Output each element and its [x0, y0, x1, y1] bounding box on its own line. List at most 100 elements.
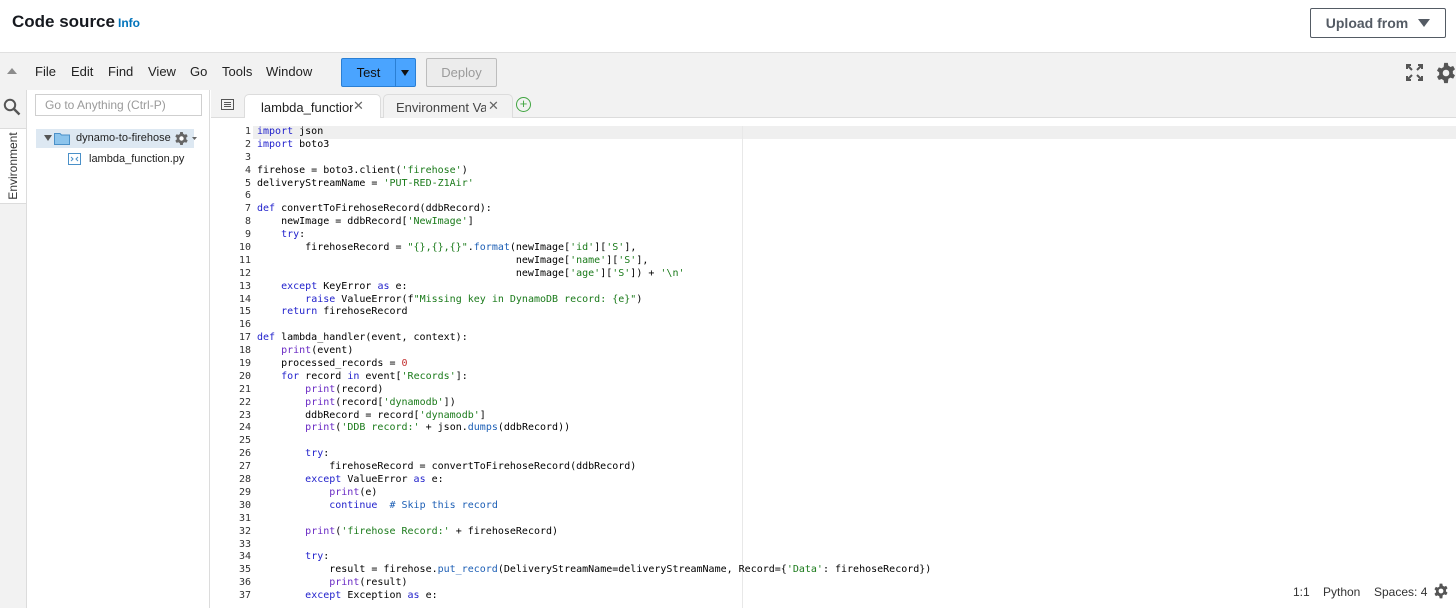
code-line[interactable]: def convertToFirehoseRecord(ddbRecord):	[257, 203, 931, 216]
line-number: 16	[238, 319, 251, 331]
code-line[interactable]: print(e)	[257, 487, 931, 500]
menu-find[interactable]: Find	[108, 64, 133, 79]
line-number: 13	[238, 280, 251, 292]
line-number: 25	[238, 435, 251, 447]
status-settings-gear-icon[interactable]	[1433, 583, 1449, 599]
line-number: 1	[244, 126, 251, 137]
add-tab-icon[interactable]: +	[516, 97, 531, 112]
test-button[interactable]: Test	[341, 58, 416, 87]
indent-setting[interactable]: Spaces: 4	[1374, 585, 1427, 599]
code-line[interactable]: except ValueError as e:	[257, 474, 931, 487]
code-editor[interactable]: 1 2 3 4 5 6 7 8 9 10 11 12 13 14 15 16 17 18 19 20 21 22 23 24 2…	[211, 118, 1456, 608]
menu-window[interactable]: Window	[266, 64, 312, 79]
code-line[interactable]: print('DDB record:' + json.dumps(ddbReco…	[257, 422, 931, 435]
deploy-button[interactable]: Deploy	[426, 58, 497, 87]
line-number: 23	[238, 409, 251, 421]
code-line[interactable]: except Exception as e:	[257, 590, 931, 603]
code-line[interactable]	[257, 190, 931, 203]
menu-edit[interactable]: Edit	[71, 64, 93, 79]
cursor-position[interactable]: 1:1	[1293, 585, 1310, 599]
search-icon[interactable]	[3, 98, 21, 116]
ide-menu-bar: File Edit Find View Go Tools Window Test…	[0, 52, 1456, 90]
upload-from-button[interactable]: Upload from	[1310, 8, 1446, 38]
code-line[interactable]	[257, 319, 931, 332]
tab-list-icon[interactable]	[221, 99, 234, 110]
code-line[interactable]	[257, 152, 931, 165]
fullscreen-icon[interactable]	[1406, 64, 1423, 81]
tab-environment-variables[interactable]: Environment Vari ✕	[383, 94, 513, 119]
test-dropdown-icon[interactable]	[401, 70, 409, 76]
folder-settings-gear-icon[interactable]	[174, 131, 198, 147]
tab-lambda-function[interactable]: lambda_function ✕	[244, 94, 381, 119]
line-number: 32	[238, 525, 251, 537]
line-number: 21	[238, 383, 251, 395]
code-line[interactable]: processed_records = 0	[257, 358, 931, 371]
code-line[interactable]: continue # Skip this record	[257, 500, 931, 513]
close-tab-icon[interactable]: ✕	[353, 98, 364, 114]
tab-label: Environment Vari	[396, 100, 486, 115]
menu-go[interactable]: Go	[190, 64, 207, 79]
line-number: 5	[244, 177, 251, 189]
environment-tab-label: Environment	[6, 132, 20, 200]
code-line[interactable]: try:	[257, 229, 931, 242]
code-line[interactable]: print(result)	[257, 577, 931, 590]
code-line[interactable]: for record in event['Records']:	[257, 371, 931, 384]
close-tab-icon[interactable]: ✕	[488, 98, 499, 114]
folder-row[interactable]: dynamo-to-firehose	[36, 129, 194, 148]
code-line[interactable]: deliveryStreamName = 'PUT-RED-Z1Air'	[257, 178, 931, 191]
go-to-anything-input[interactable]	[35, 94, 202, 116]
line-number: 8	[244, 216, 251, 228]
code-line[interactable]: firehose = boto3.client('firehose')	[257, 165, 931, 178]
code-line[interactable]: newImage = ddbRecord['NewImage']	[257, 216, 931, 229]
code-line[interactable]	[257, 435, 931, 448]
environment-tab[interactable]: Environment	[0, 128, 26, 204]
code-line[interactable]: try:	[257, 448, 931, 461]
page-title: Code source	[12, 12, 115, 31]
language-mode[interactable]: Python	[1323, 585, 1360, 599]
code-line[interactable]: print(record)	[257, 384, 931, 397]
code-line[interactable]: return firehoseRecord	[257, 306, 931, 319]
code-line[interactable]: firehoseRecord = convertToFirehoseRecord…	[257, 461, 931, 474]
code-line[interactable]	[257, 539, 931, 552]
line-number: 35	[238, 564, 251, 576]
line-number: 27	[238, 461, 251, 473]
line-number: 31	[238, 512, 251, 524]
code-line[interactable]: def lambda_handler(event, context):	[257, 332, 931, 345]
collapse-icon[interactable]	[7, 68, 17, 74]
code-line[interactable]: firehoseRecord = "{},{},{}".format(newIm…	[257, 242, 931, 255]
line-number: 12	[238, 267, 251, 279]
settings-gear-icon[interactable]	[1435, 62, 1456, 84]
expand-triangle-icon[interactable]	[44, 135, 52, 141]
code-line[interactable]: except KeyError as e:	[257, 281, 931, 294]
code-line[interactable]: print(record['dynamodb'])	[257, 397, 931, 410]
code-line[interactable]: import boto3	[257, 139, 931, 152]
code-line[interactable]: newImage['name']['S'],	[257, 255, 931, 268]
code-content[interactable]: import json import boto3 firehose = boto3…	[257, 126, 931, 603]
menu-file[interactable]: File	[35, 64, 56, 79]
line-number: 4	[244, 164, 251, 176]
line-number: 9	[244, 229, 251, 241]
code-line[interactable]: import json	[257, 126, 931, 139]
menu-tools[interactable]: Tools	[222, 64, 252, 79]
line-number: 22	[238, 396, 251, 408]
info-link[interactable]: Info	[118, 16, 140, 30]
test-split-divider	[395, 59, 396, 86]
code-line[interactable]: ddbRecord = record['dynamodb']	[257, 410, 931, 423]
line-number: 18	[238, 345, 251, 357]
python-file-icon	[68, 153, 81, 165]
code-line[interactable]	[257, 513, 931, 526]
line-number: 30	[238, 499, 251, 511]
editor-tabs-bar: lambda_function ✕ Environment Vari ✕ +	[211, 90, 1456, 119]
line-number: 15	[238, 306, 251, 318]
line-number: 20	[238, 370, 251, 382]
code-line[interactable]: try:	[257, 551, 931, 564]
code-line[interactable]: newImage['age']['S']) + '\n'	[257, 268, 931, 281]
code-line[interactable]: print('firehose Record:' + firehoseRecor…	[257, 526, 931, 539]
code-line[interactable]: raise ValueError(f"Missing key in Dynamo…	[257, 294, 931, 307]
line-number: 17	[238, 332, 251, 344]
line-number: 19	[238, 358, 251, 370]
code-line[interactable]: print(event)	[257, 345, 931, 358]
code-line[interactable]: result = firehose.put_record(DeliveryStr…	[257, 564, 931, 577]
menu-view[interactable]: View	[148, 64, 176, 79]
file-name[interactable]: lambda_function.py	[89, 153, 184, 165]
